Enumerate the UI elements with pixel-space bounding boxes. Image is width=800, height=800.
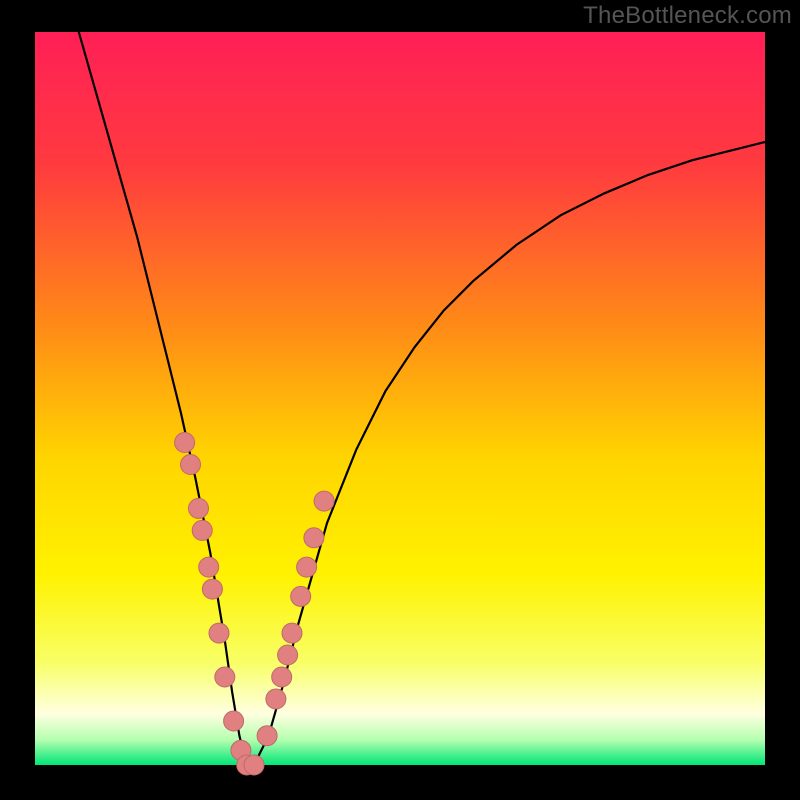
chart-frame: TheBottleneck.com xyxy=(0,0,800,800)
data-marker xyxy=(291,586,311,606)
plot-background xyxy=(35,32,765,765)
data-marker xyxy=(192,520,212,540)
data-marker xyxy=(304,528,324,548)
data-marker xyxy=(199,557,219,577)
data-marker xyxy=(282,623,302,643)
data-marker xyxy=(257,726,277,746)
data-marker xyxy=(202,579,222,599)
data-marker xyxy=(175,433,195,453)
data-marker xyxy=(224,711,244,731)
data-marker xyxy=(244,755,264,775)
data-marker xyxy=(215,667,235,687)
bottleneck-curve-chart xyxy=(0,0,800,800)
data-marker xyxy=(181,455,201,475)
data-marker xyxy=(209,623,229,643)
data-marker xyxy=(297,557,317,577)
data-marker xyxy=(266,689,286,709)
data-marker xyxy=(314,491,334,511)
watermark-text: TheBottleneck.com xyxy=(583,2,792,30)
data-marker xyxy=(189,498,209,518)
data-marker xyxy=(278,645,298,665)
data-marker xyxy=(272,667,292,687)
